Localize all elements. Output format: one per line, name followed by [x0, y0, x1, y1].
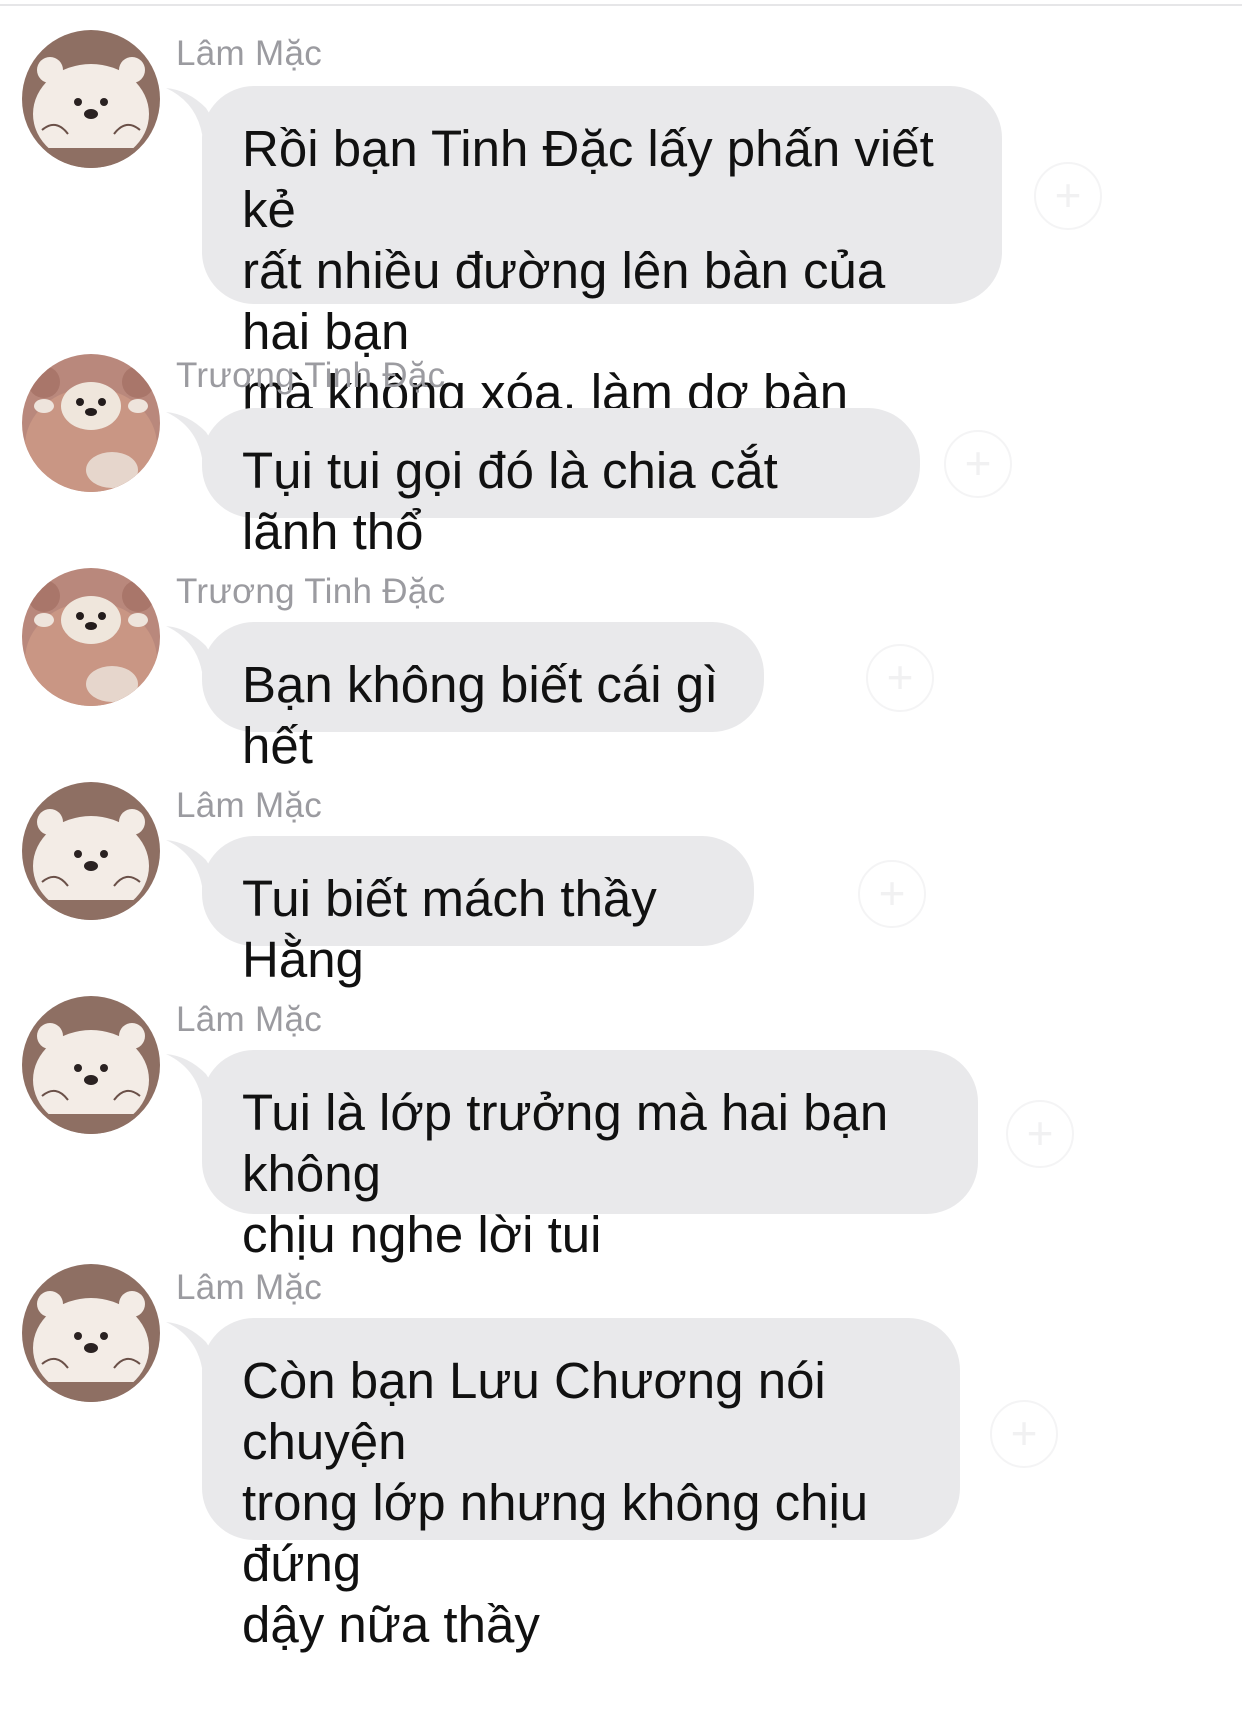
- message-bubble[interactable]: Còn bạn Lưu Chương nói chuyện trong lớp …: [202, 1318, 960, 1653]
- react-icon[interactable]: +: [1034, 162, 1102, 230]
- message-bubble[interactable]: Tui là lớp trưởng mà hai bạn không chịu …: [202, 1050, 978, 1263]
- top-divider: [0, 4, 1242, 6]
- white-bear-avatar[interactable]: [22, 1264, 160, 1402]
- react-icon[interactable]: +: [1006, 1100, 1074, 1168]
- sender-name: Trương Tinh Đặc: [176, 356, 446, 395]
- message-bubble[interactable]: Bạn không biết cái gì hết: [202, 622, 764, 774]
- react-icon[interactable]: +: [944, 430, 1012, 498]
- sender-name: Lâm Mặc: [176, 1000, 323, 1039]
- white-bear-avatar[interactable]: [22, 782, 160, 920]
- react-icon[interactable]: +: [858, 860, 926, 928]
- white-bear-avatar[interactable]: [22, 30, 160, 168]
- sender-name: Lâm Mặc: [176, 1268, 323, 1307]
- brown-bear-hood-avatar[interactable]: [22, 568, 160, 706]
- white-bear-avatar[interactable]: [22, 996, 160, 1134]
- sender-name: Lâm Mặc: [176, 34, 323, 73]
- message-bubble[interactable]: Rồi bạn Tinh Đặc lấy phấn viết kẻ rất nh…: [202, 86, 1002, 421]
- brown-bear-hood-avatar[interactable]: [22, 354, 160, 492]
- message-bubble[interactable]: Tui biết mách thầy Hằng: [202, 836, 754, 988]
- sender-name: Trương Tinh Đặc: [176, 572, 446, 611]
- react-icon[interactable]: +: [866, 644, 934, 712]
- sender-name: Lâm Mặc: [176, 786, 323, 825]
- react-icon[interactable]: +: [990, 1400, 1058, 1468]
- message-bubble[interactable]: Tụi tui gọi đó là chia cắt lãnh thổ: [202, 408, 920, 560]
